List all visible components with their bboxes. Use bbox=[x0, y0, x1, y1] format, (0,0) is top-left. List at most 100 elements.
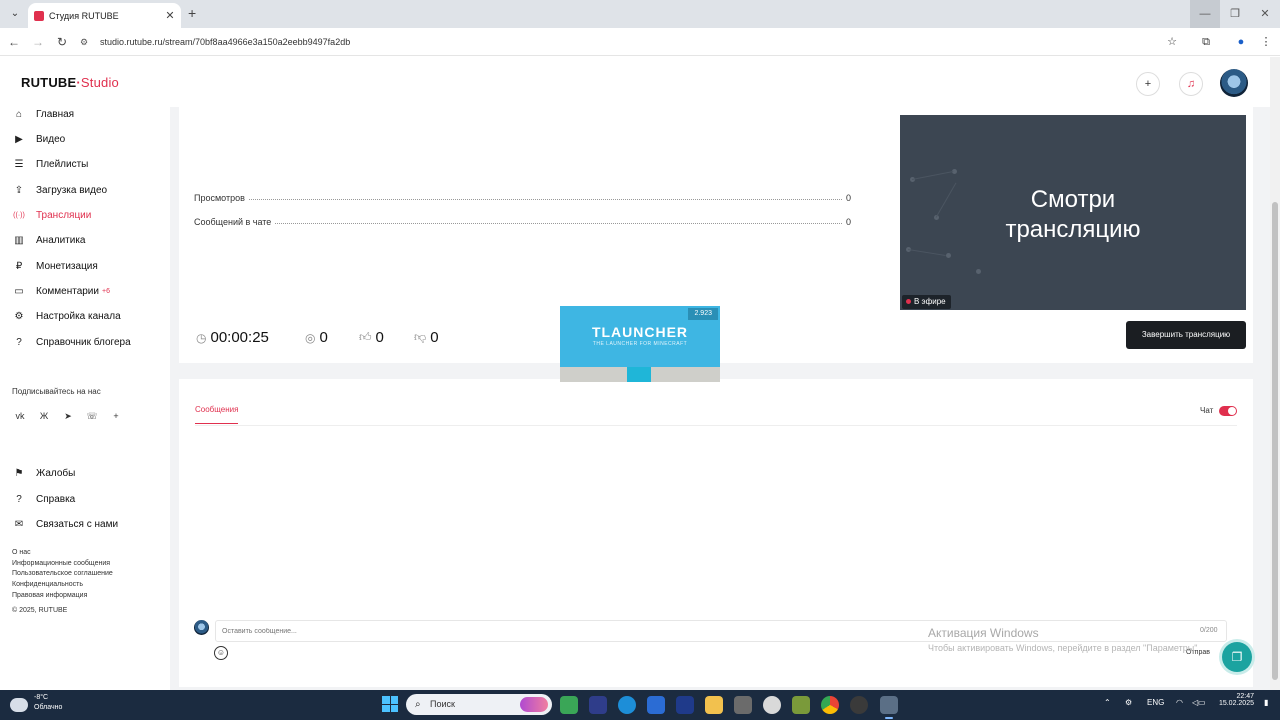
language-indicator[interactable]: ENG bbox=[1147, 698, 1164, 707]
weather-condition[interactable]: Облачно bbox=[34, 704, 62, 711]
sidebar-item-analytics[interactable]: ▥ Аналитика bbox=[12, 231, 85, 249]
sidebar-item-contact[interactable]: ✉ Связаться с нами bbox=[12, 515, 118, 533]
notifications-icon[interactable]: ♫ bbox=[1179, 72, 1203, 96]
main-content: Просмотров 0 Сообщений в чате 0 ◷ 00:00:… bbox=[170, 107, 1270, 690]
tab-messages[interactable]: Сообщения bbox=[195, 405, 239, 424]
sidebar-item-label: Справка bbox=[36, 493, 76, 505]
sidebar-item-comments[interactable]: ▭ Комментарии +6 bbox=[12, 282, 110, 300]
back-arrow-icon[interactable]: ← bbox=[6, 34, 22, 50]
forward-arrow-icon[interactable]: → bbox=[30, 34, 46, 50]
chrome-icon[interactable] bbox=[821, 696, 839, 714]
sidebar-item-channel-settings[interactable]: ⚙ Настройка канала bbox=[12, 307, 121, 325]
profile-icon[interactable]: ● bbox=[1233, 34, 1249, 50]
browser-tab[interactable]: Студия RUTUBE ✕ bbox=[28, 3, 181, 28]
url-field[interactable]: ⚙ studio.rutube.ru/stream/70bf8aa4966e3a… bbox=[80, 32, 1190, 52]
store-icon[interactable] bbox=[647, 696, 665, 714]
create-content-icon[interactable]: + bbox=[1136, 72, 1160, 96]
preview-decor-dot bbox=[976, 269, 981, 274]
obs-icon[interactable] bbox=[850, 696, 868, 714]
footer-link-legal[interactable]: Правовая информация bbox=[12, 592, 87, 599]
thumbs-up-icon: 👍︎ bbox=[359, 330, 372, 344]
tlauncher-splash: 2.923 TLAUNCHER THE LAUNCHER FOR MINECRA… bbox=[560, 306, 720, 382]
footer-link-info[interactable]: Информационные сообщения bbox=[12, 560, 110, 567]
sidebar-item-monetization[interactable]: ₽ Монетизация bbox=[12, 257, 98, 275]
telegram-icon[interactable]: ➤ bbox=[61, 409, 75, 423]
sidebar-item-video[interactable]: ▶ Видео bbox=[12, 130, 65, 148]
bookmark-star-icon[interactable]: ☆ bbox=[1164, 34, 1180, 50]
home-icon: ⌂ bbox=[15, 108, 23, 120]
taskbar-app-icon[interactable] bbox=[734, 696, 752, 714]
browser-tab-bar: ⌄ Студия RUTUBE ✕ + — ❐ ✕ bbox=[0, 0, 1280, 28]
taskbar-app-icon[interactable] bbox=[589, 696, 607, 714]
footer-link-privacy[interactable]: Конфиденциальность bbox=[12, 581, 83, 588]
site-info-icon[interactable]: ⚙ bbox=[80, 37, 94, 48]
sidebar-item-upload[interactable]: ⇪ Загрузка видео bbox=[12, 181, 107, 199]
cloud-icon[interactable] bbox=[10, 698, 28, 712]
support-chat-icon[interactable]: ❐ bbox=[1222, 642, 1252, 672]
taskbar-app-icon[interactable] bbox=[676, 696, 694, 714]
file-explorer-icon[interactable] bbox=[705, 696, 723, 714]
chat-user-avatar bbox=[194, 620, 209, 635]
temperature[interactable]: -8°C bbox=[34, 694, 48, 701]
taskbar-app-icon[interactable] bbox=[763, 696, 781, 714]
vk-icon[interactable]: vk bbox=[13, 409, 27, 423]
minecraft-icon[interactable] bbox=[792, 696, 810, 714]
tlauncher-subtitle: THE LAUNCHER FOR MINECRAFT bbox=[592, 341, 688, 347]
footer-link-terms[interactable]: Пользовательское соглашение bbox=[12, 570, 113, 577]
duration-stat: ◷ 00:00:25 bbox=[196, 329, 269, 346]
emoji-icon[interactable]: ☺ bbox=[214, 646, 228, 660]
footer-link-about[interactable]: О нас bbox=[12, 549, 31, 556]
rutube-favicon-icon bbox=[34, 10, 44, 21]
live-label: В эфире bbox=[914, 297, 946, 306]
search-highlight-icon bbox=[520, 697, 548, 712]
comments-icon: ▭ bbox=[14, 285, 24, 297]
user-avatar[interactable] bbox=[1220, 69, 1248, 97]
chat-message-input[interactable] bbox=[215, 620, 1227, 642]
sidebar-item-broadcasts[interactable]: ((·)) Трансляции bbox=[12, 206, 91, 224]
browser-menu-icon[interactable]: ⋮ bbox=[1258, 34, 1274, 50]
close-tab-icon[interactable]: ✕ bbox=[163, 9, 177, 22]
wifi-icon[interactable]: ◠ bbox=[1176, 698, 1183, 707]
sidebar-item-complaints[interactable]: ⚑ Жалобы bbox=[12, 464, 76, 482]
sidebar-item-blogger-guide[interactable]: ? Справочник блогера bbox=[12, 333, 130, 351]
search-icon: ⌕ bbox=[415, 699, 421, 710]
sidebar-item-home[interactable]: ⌂ Главная bbox=[12, 105, 74, 123]
chat-messages-value: 0 bbox=[845, 217, 851, 227]
edge-icon[interactable] bbox=[618, 696, 636, 714]
analytics-icon: ▥ bbox=[14, 234, 24, 246]
dislikes-value: 0 bbox=[430, 329, 439, 346]
chat-messages-stat-row: Сообщений в чате 0 bbox=[194, 217, 851, 227]
minimize-window-button[interactable]: — bbox=[1190, 0, 1220, 28]
page-scrollbar[interactable] bbox=[1270, 57, 1280, 690]
more-icon[interactable]: + bbox=[109, 409, 123, 423]
end-stream-button[interactable]: Завершить трансляцию bbox=[1126, 321, 1246, 349]
reload-icon[interactable]: ↻ bbox=[54, 34, 70, 50]
stream-preview[interactable]: Смотри трансляцию В эфире bbox=[900, 115, 1246, 310]
tab-search-menu-icon[interactable]: ⌄ bbox=[6, 5, 24, 23]
close-window-button[interactable]: ✕ bbox=[1250, 0, 1280, 28]
sidebar-item-help[interactable]: ? Справка bbox=[12, 490, 75, 508]
browser-address-bar: ← → ↻ ⚙ studio.rutube.ru/stream/70bf8aa4… bbox=[0, 28, 1280, 56]
chat-toggle[interactable] bbox=[1219, 406, 1237, 416]
restore-window-button[interactable]: ❐ bbox=[1220, 0, 1250, 28]
broadcast-icon: ((·)) bbox=[13, 211, 25, 219]
windows-start-icon[interactable] bbox=[382, 696, 398, 712]
scrollbar-thumb[interactable] bbox=[1272, 202, 1278, 680]
sidebar: ⌂ Главная ▶ Видео ☰ Плейлисты ⇪ Загрузка… bbox=[0, 107, 170, 690]
battery-icon[interactable]: ▭ bbox=[1198, 698, 1206, 707]
tray-overflow-icon[interactable]: ⌃ bbox=[1104, 698, 1111, 707]
sidebar-item-label: Связаться с нами bbox=[36, 518, 119, 530]
tray-app-icon[interactable]: ⚙ bbox=[1125, 698, 1132, 707]
ok-icon[interactable]: Ж bbox=[37, 409, 51, 423]
taskbar-clock[interactable]: 22:47 15.02.2025 bbox=[1208, 693, 1254, 707]
viber-icon[interactable]: ☏ bbox=[85, 409, 99, 423]
sidebar-item-playlists[interactable]: ☰ Плейлисты bbox=[12, 155, 89, 173]
taskbar-app-icon[interactable] bbox=[560, 696, 578, 714]
extensions-icon[interactable]: ⧉ bbox=[1198, 34, 1214, 50]
new-tab-icon[interactable]: + bbox=[188, 5, 196, 21]
notifications-tray-icon[interactable]: ▮ bbox=[1264, 698, 1268, 707]
sidebar-item-label: Настройка канала bbox=[36, 310, 121, 322]
taskbar-active-app-icon[interactable] bbox=[880, 696, 898, 719]
rutube-studio-logo[interactable]: RUTUBE·Studio bbox=[21, 75, 119, 90]
taskbar-search[interactable]: ⌕ Поиск bbox=[406, 694, 552, 715]
